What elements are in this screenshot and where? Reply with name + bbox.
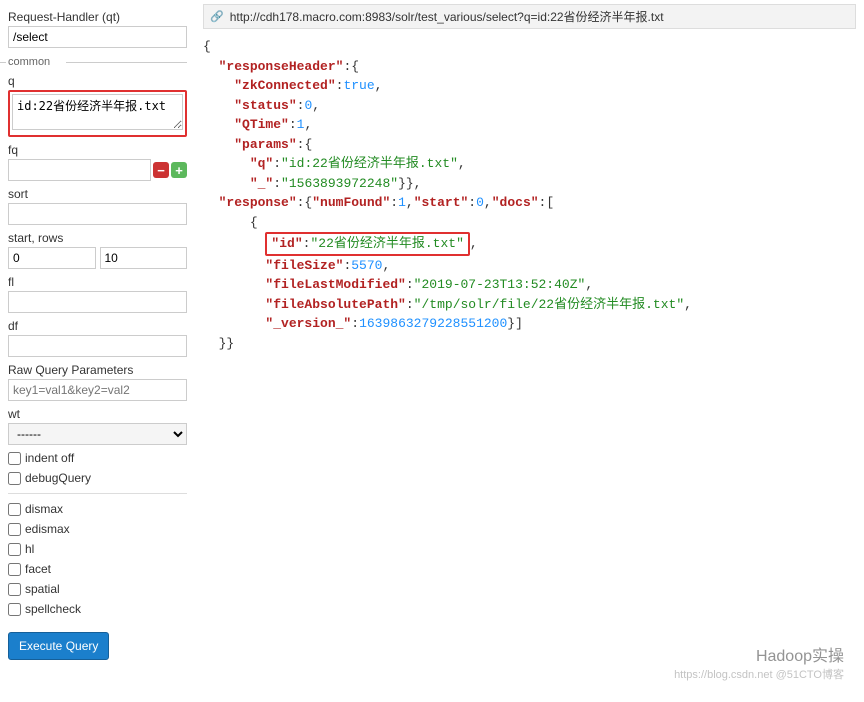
debug-label: debugQuery: [25, 471, 91, 485]
facet-label: facet: [25, 562, 51, 576]
link-icon: 🔗: [210, 10, 224, 23]
raw-label: Raw Query Parameters: [8, 363, 187, 377]
edismax-label: edismax: [25, 522, 70, 536]
qt-input[interactable]: [8, 26, 187, 48]
id-highlight: "id":"22省份经济半年报.txt": [265, 232, 469, 256]
df-label: df: [8, 319, 187, 333]
fq-add-button[interactable]: +: [171, 162, 187, 178]
json-response: { "responseHeader":{ "zkConnected":true,…: [203, 37, 856, 353]
hl-label: hl: [25, 542, 34, 556]
fq-input[interactable]: [8, 159, 151, 181]
edismax-checkbox[interactable]: [8, 523, 21, 536]
fl-input[interactable]: [8, 291, 187, 313]
common-legend: common: [8, 56, 187, 68]
fq-remove-button[interactable]: −: [153, 162, 169, 178]
main-panel: 🔗 http://cdh178.macro.com:8983/solr/test…: [195, 0, 864, 702]
fq-label: fq: [8, 143, 187, 157]
execute-query-button[interactable]: Execute Query: [8, 632, 109, 660]
sort-input[interactable]: [8, 203, 187, 225]
spatial-checkbox[interactable]: [8, 583, 21, 596]
url-bar[interactable]: 🔗 http://cdh178.macro.com:8983/solr/test…: [203, 4, 856, 29]
sort-label: sort: [8, 187, 187, 201]
spellcheck-checkbox[interactable]: [8, 603, 21, 616]
q-input[interactable]: id:22省份经济半年报.txt: [12, 94, 183, 130]
debug-checkbox[interactable]: [8, 472, 21, 485]
divider: [8, 493, 187, 494]
query-sidebar: Request-Handler (qt) common q id:22省份经济半…: [0, 0, 195, 702]
qt-label: Request-Handler (qt): [8, 10, 187, 24]
url-text: http://cdh178.macro.com:8983/solr/test_v…: [230, 8, 664, 25]
dismax-label: dismax: [25, 502, 63, 516]
q-highlight: id:22省份经济半年报.txt: [8, 90, 187, 137]
df-input[interactable]: [8, 335, 187, 357]
wt-label: wt: [8, 407, 187, 421]
watermark: Hadoop实操 https://blog.csdn.net @51CTO博客: [674, 642, 844, 682]
hl-checkbox[interactable]: [8, 543, 21, 556]
start-input[interactable]: [8, 247, 96, 269]
fl-label: fl: [8, 275, 187, 289]
watermark-line2: https://blog.csdn.net @51CTO博客: [674, 666, 844, 682]
indent-checkbox[interactable]: [8, 452, 21, 465]
dismax-checkbox[interactable]: [8, 503, 21, 516]
spatial-label: spatial: [25, 582, 60, 596]
indent-label: indent off: [25, 451, 74, 465]
spellcheck-label: spellcheck: [25, 602, 81, 616]
q-label: q: [8, 74, 187, 88]
wt-select[interactable]: ------: [8, 423, 187, 445]
start-rows-label: start, rows: [8, 231, 187, 245]
raw-input[interactable]: [8, 379, 187, 401]
facet-checkbox[interactable]: [8, 563, 21, 576]
watermark-line1: Hadoop实操: [674, 642, 844, 666]
rows-input[interactable]: [100, 247, 188, 269]
